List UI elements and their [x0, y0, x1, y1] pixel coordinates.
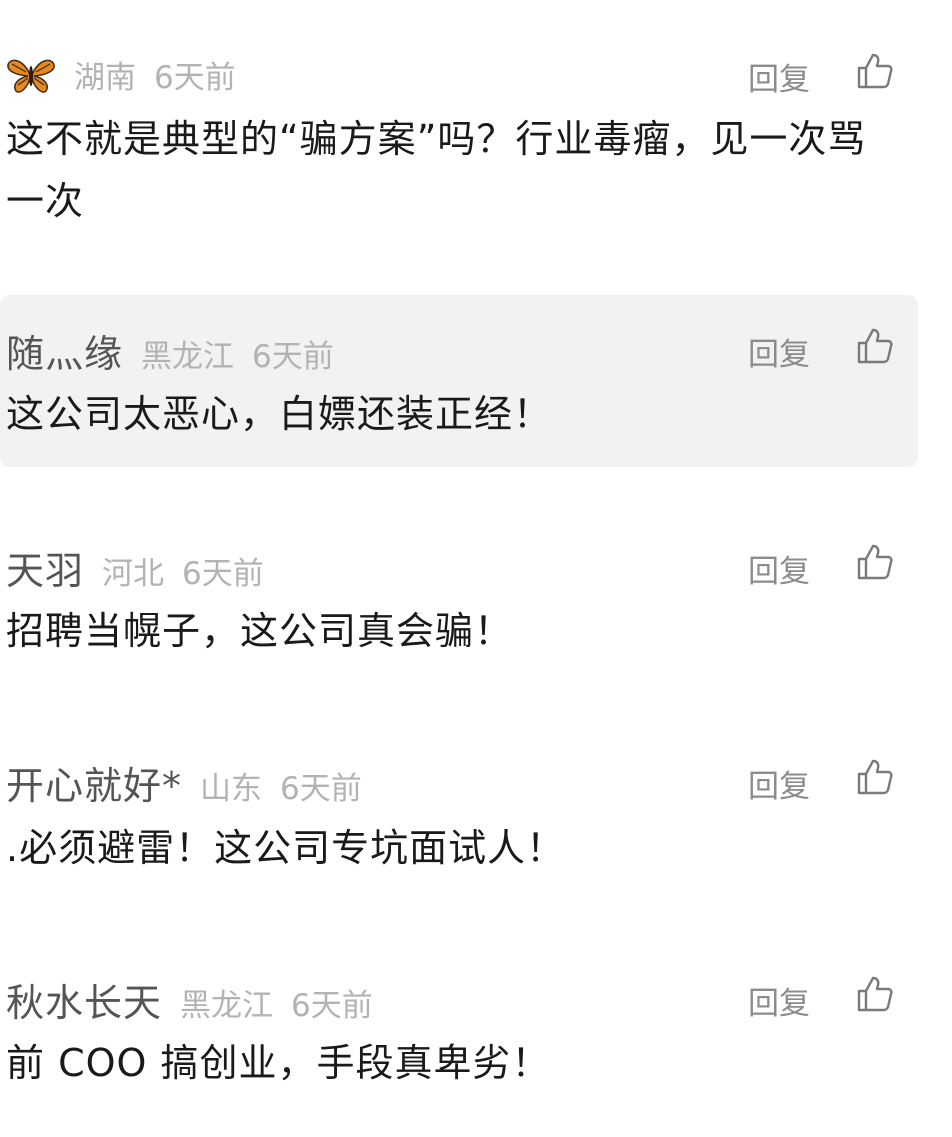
comment-text: 招聘当幌子，这公司真会骗！ — [6, 609, 514, 653]
reply-button[interactable]: 回复 — [748, 978, 810, 1023]
thumbs-up-icon[interactable] — [856, 327, 894, 365]
comment-text: 这不就是典型的“骗方案”吗？行业毒瘤，见一次骂一次 — [6, 117, 867, 223]
thumbs-up-icon[interactable] — [856, 975, 894, 1013]
comment-location: 湖南 — [74, 60, 136, 96]
comment-item: 开心就好* 山东 6天前 回复 .必须避雷！这公司专坑面试人！ — [0, 735, 918, 895]
comment-text: 这公司太恶心，白嫖还装正经！ — [6, 392, 553, 436]
comment-username[interactable]: 天羽 — [6, 540, 84, 595]
comment-time: 6天前 — [252, 339, 334, 375]
comment-item: 随灬缘 黑龙江 6天前 回复 这公司太恶心，白嫖还装正经！ — [0, 295, 918, 467]
comment-time: 6天前 — [291, 988, 373, 1024]
comment-location: 黑龙江 — [141, 339, 235, 375]
comment-location: 山东 — [200, 771, 263, 807]
comment-item: 湖南 6天前 回复 这不就是典型的“骗方案”吗？行业毒瘤，见一次骂一次 — [0, 0, 918, 270]
butterfly-icon[interactable] — [6, 55, 56, 95]
comment-item: 秋水长天 黑龙江 6天前 回复 前 COO 搞创业，手段真卑劣！ — [0, 952, 918, 1112]
comment-time: 6天前 — [182, 556, 264, 592]
comment-location: 河北 — [102, 556, 165, 592]
comment-meta: 天羽 河北 6天前 — [6, 540, 264, 595]
comment-text: .必须避雷！这公司专坑面试人！ — [6, 826, 566, 870]
comment-time: 6天前 — [280, 771, 362, 807]
comment-text: 前 COO 搞创业，手段真卑劣！ — [6, 1041, 551, 1085]
reply-button[interactable]: 回复 — [748, 761, 810, 806]
comment-username[interactable]: 秋水长天 — [6, 972, 162, 1027]
comment-time: 6天前 — [154, 60, 236, 96]
comment-meta: 秋水长天 黑龙江 6天前 — [6, 972, 373, 1027]
comment-meta: 开心就好* 山东 6天前 — [6, 755, 362, 810]
thumbs-up-icon[interactable] — [856, 758, 894, 796]
reply-button[interactable]: 回复 — [748, 546, 810, 591]
reply-button[interactable]: 回复 — [748, 329, 810, 374]
comment-username[interactable]: 开心就好* — [6, 755, 182, 810]
thumbs-up-icon[interactable] — [856, 543, 894, 581]
comment-username[interactable]: 随灬缘 — [6, 323, 123, 378]
thumbs-up-icon[interactable] — [856, 52, 894, 90]
comment-meta: 随灬缘 黑龙江 6天前 — [6, 323, 334, 378]
comment-item: 天羽 河北 6天前 回复 招聘当幌子，这公司真会骗！ — [0, 520, 918, 680]
comment-meta: 湖南 6天前 — [6, 52, 236, 97]
reply-button[interactable]: 回复 — [748, 54, 810, 99]
comment-location: 黑龙江 — [180, 988, 274, 1024]
